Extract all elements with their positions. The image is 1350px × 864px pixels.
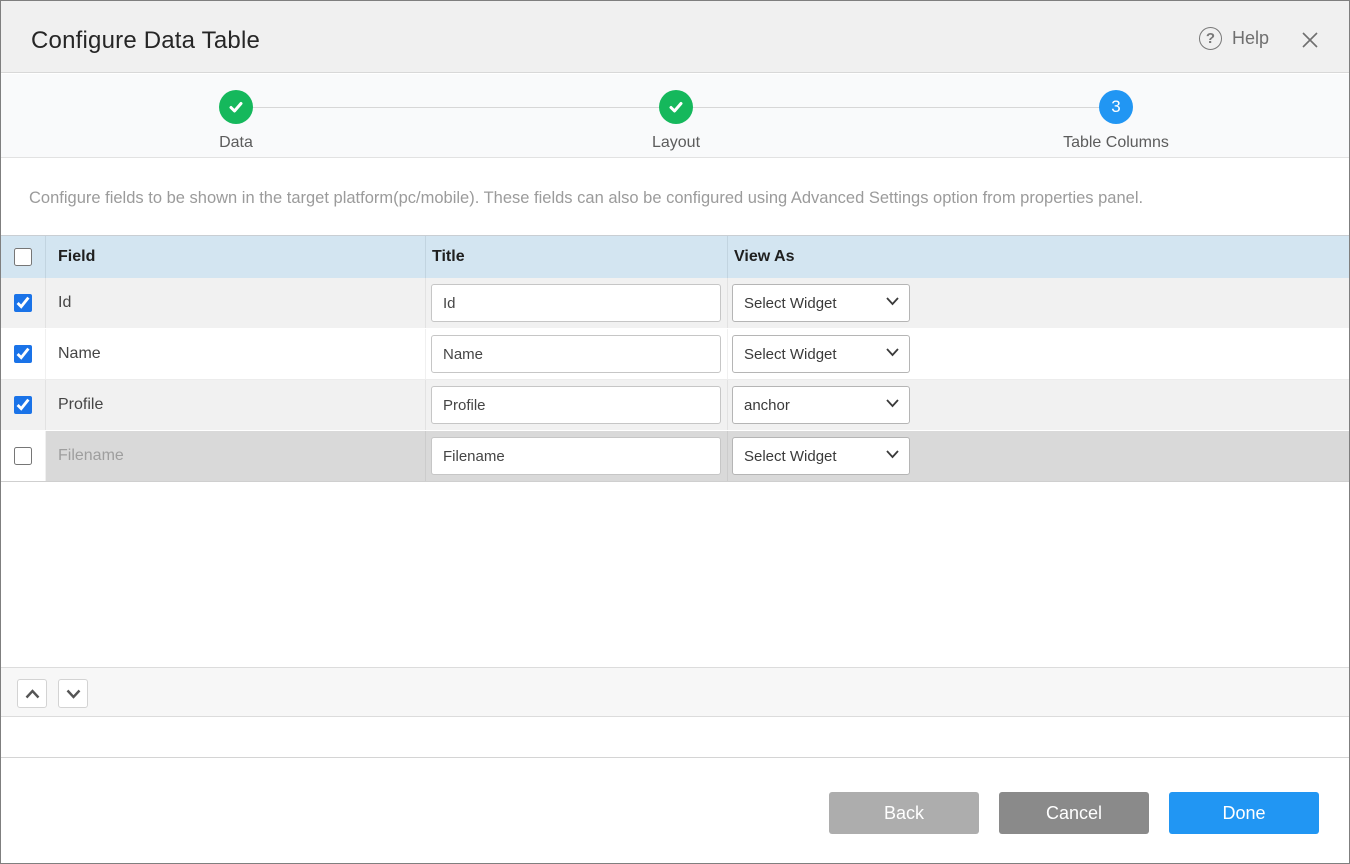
field-name-label: Profile [58, 396, 103, 414]
column-header-title: Title [426, 236, 728, 278]
footer-divider [1, 757, 1349, 758]
table-row: Id Select Widget [1, 278, 1349, 329]
move-down-button[interactable] [58, 679, 88, 708]
step-data-label: Data [126, 134, 346, 152]
cancel-button[interactable]: Cancel [999, 792, 1149, 834]
footer-actions: Back Cancel Done [829, 792, 1319, 834]
chevron-up-icon [25, 689, 40, 699]
row-checkbox[interactable] [14, 294, 32, 312]
wizard-stepper: Data Layout 3 Table Columns [1, 74, 1349, 158]
row-checkbox[interactable] [14, 447, 32, 465]
table-header-row: Field Title View As [1, 236, 1349, 278]
field-name-label: Id [58, 294, 71, 312]
dialog-title: Configure Data Table [31, 27, 260, 55]
help-label: Help [1232, 28, 1269, 49]
circle-question-icon: ? [1199, 27, 1222, 50]
description-text: Configure fields to be shown in the targ… [29, 189, 1321, 208]
row-checkbox[interactable] [14, 396, 32, 414]
step-table-columns-label: Table Columns [1006, 134, 1226, 152]
columns-table: Field Title View As Id Select Widget Nam… [1, 235, 1349, 482]
field-name-label: Filename [58, 447, 124, 465]
column-header-view-as: View As [728, 236, 1349, 278]
dialog-titlebar: Configure Data Table ? Help [1, 1, 1349, 73]
chevron-down-icon [66, 689, 81, 699]
help-button[interactable]: ? Help [1199, 27, 1269, 50]
done-button[interactable]: Done [1169, 792, 1319, 834]
title-input[interactable] [431, 335, 721, 373]
title-input[interactable] [431, 386, 721, 424]
column-header-field: Field [46, 236, 426, 278]
field-name-label: Name [58, 345, 101, 363]
check-icon [659, 90, 693, 124]
check-icon [219, 90, 253, 124]
close-icon[interactable] [1299, 29, 1321, 51]
step-number-badge: 3 [1099, 90, 1133, 124]
reorder-toolbar [1, 667, 1349, 717]
title-input[interactable] [431, 284, 721, 322]
table-row: Profile anchor [1, 380, 1349, 431]
back-button[interactable]: Back [829, 792, 979, 834]
row-checkbox[interactable] [14, 345, 32, 363]
view-as-select[interactable]: anchor [732, 386, 910, 424]
move-up-button[interactable] [17, 679, 47, 708]
step-layout-label: Layout [566, 134, 786, 152]
table-row: Filename Select Widget [1, 431, 1349, 482]
view-as-select[interactable]: Select Widget [732, 284, 910, 322]
table-row: Name Select Widget [1, 329, 1349, 380]
select-all-checkbox[interactable] [14, 248, 32, 266]
configure-data-table-dialog: Configure Data Table ? Help Data Layout … [0, 0, 1350, 864]
view-as-select[interactable]: Select Widget [732, 437, 910, 475]
view-as-select[interactable]: Select Widget [732, 335, 910, 373]
title-input[interactable] [431, 437, 721, 475]
